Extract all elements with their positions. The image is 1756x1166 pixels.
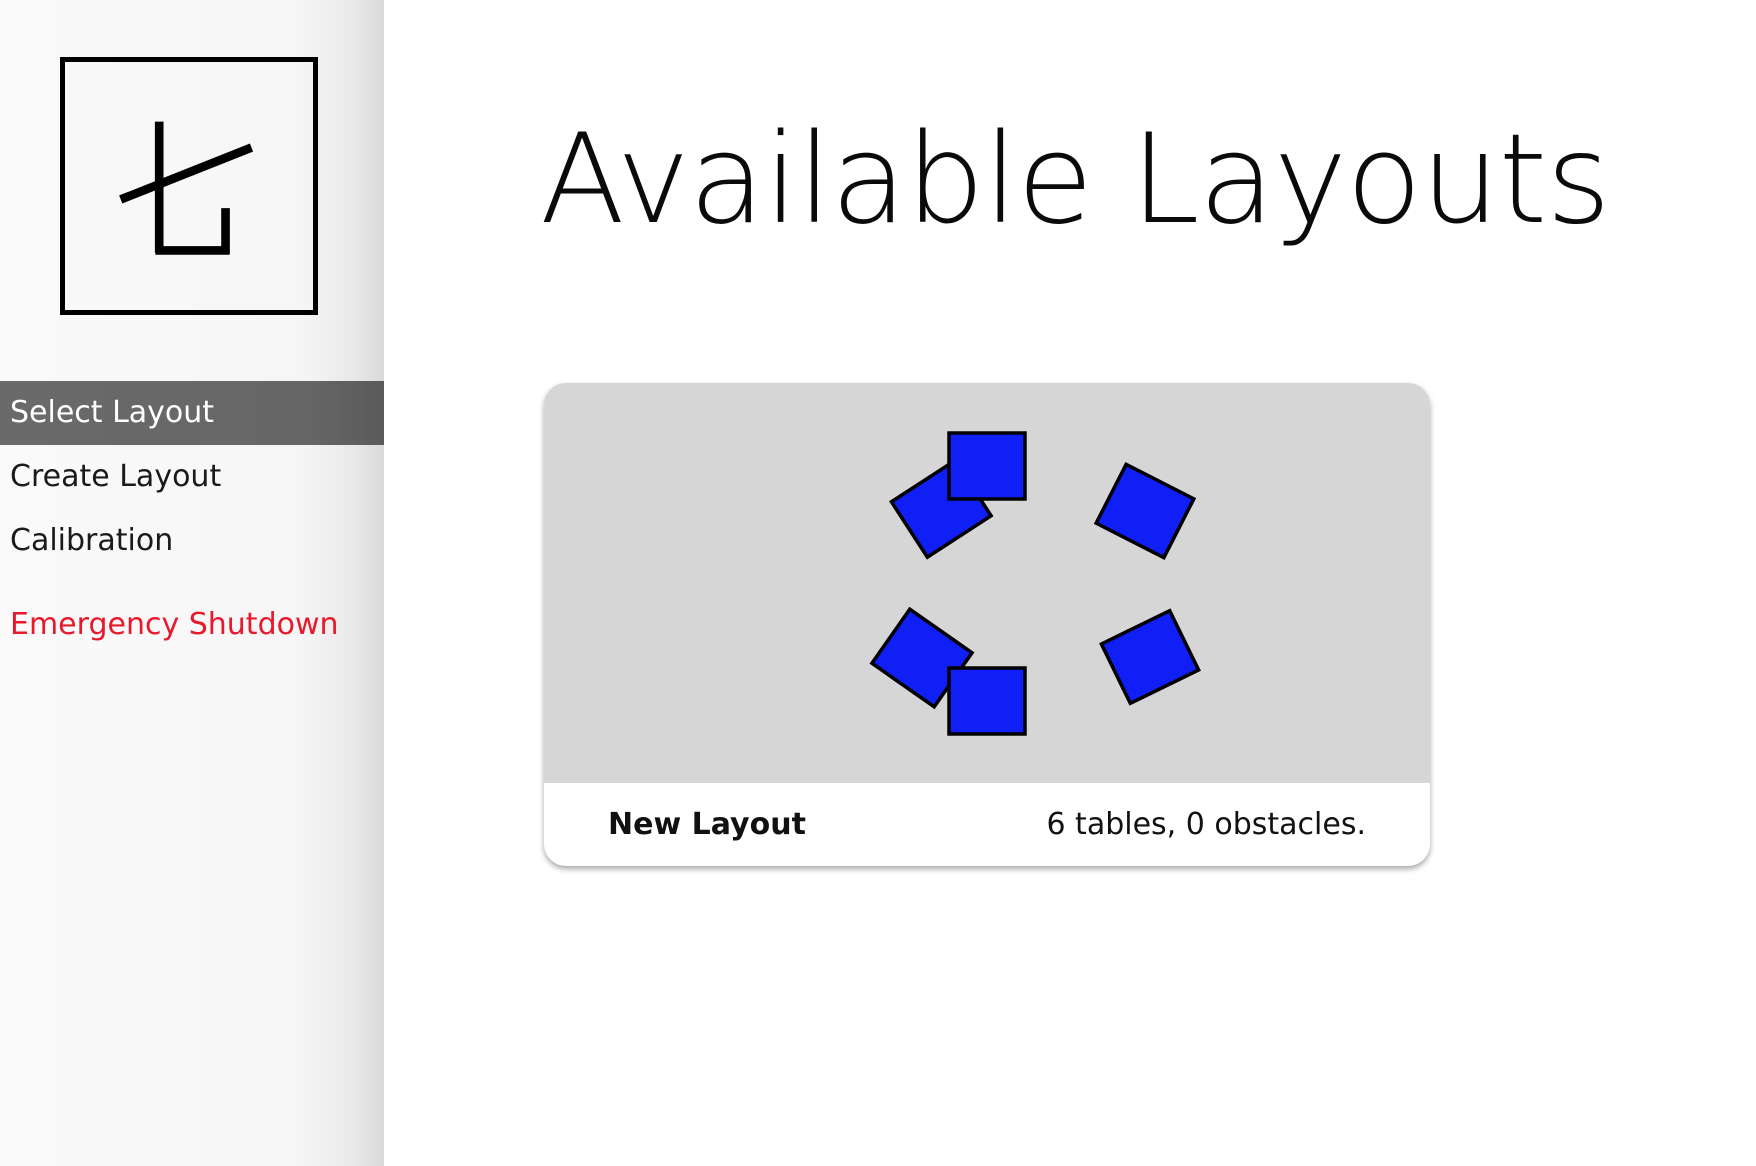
layout-stats: 6 tables, 0 obstacles.	[1046, 807, 1366, 842]
emergency-shutdown-button[interactable]: Emergency Shutdown	[0, 593, 384, 657]
layout-card[interactable]: New Layout 6 tables, 0 obstacles.	[544, 383, 1430, 866]
sidebar: Select Layout Create Layout Calibration …	[0, 0, 384, 1166]
layout-preview-canvas	[869, 431, 1201, 736]
nav-item-select-layout[interactable]: Select Layout	[0, 381, 384, 445]
nav-item-calibration[interactable]: Calibration	[0, 509, 384, 573]
table-2	[947, 431, 1027, 501]
layout-name: New Layout	[608, 807, 806, 842]
table-6	[1099, 608, 1201, 706]
app-window: Select Layout Create Layout Calibration …	[0, 0, 1756, 1166]
nav-item-create-layout[interactable]: Create Layout	[0, 445, 384, 509]
layout-preview	[544, 383, 1430, 783]
table-5	[947, 666, 1027, 736]
sidebar-nav: Select Layout Create Layout Calibration …	[0, 381, 384, 657]
layout-card-footer: New Layout 6 tables, 0 obstacles.	[544, 783, 1430, 866]
page-title: Available Layouts	[540, 108, 1611, 252]
table-3	[1093, 461, 1197, 561]
layout-logo-icon	[60, 57, 318, 315]
